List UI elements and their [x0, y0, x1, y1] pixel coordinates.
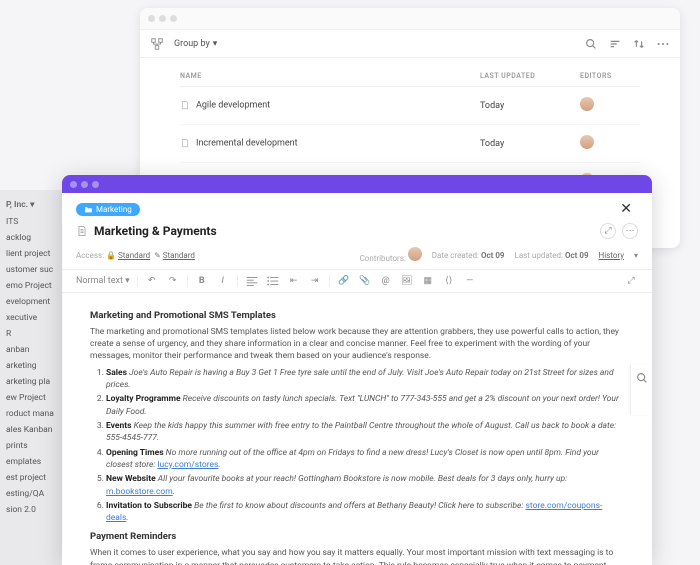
title-row: Marketing & Payments ⤢ ⋯	[62, 221, 652, 245]
updown-icon[interactable]	[632, 37, 646, 51]
row-title: Incremental development	[196, 139, 298, 149]
style-dropdown[interactable]: Normal text ▾	[76, 276, 130, 286]
document-window: Marketing ✕ Marketing & Payments ⤢ ⋯ Acc…	[62, 175, 652, 565]
hierarchy-icon[interactable]	[150, 37, 164, 51]
numbered-list: Sales Joe's Auto Repair is having a Buy …	[90, 367, 624, 525]
updated-label: Last updated:	[515, 251, 563, 260]
avatar[interactable]	[580, 135, 594, 149]
search-icon[interactable]	[584, 37, 598, 51]
window-titlebar	[140, 8, 680, 30]
paragraph: The marketing and promotional SMS templa…	[90, 326, 624, 363]
image-icon[interactable]: 🖼	[400, 274, 414, 288]
lock-icon: 🔒	[106, 251, 116, 260]
table-icon[interactable]: ▦	[421, 274, 435, 288]
meta-row: Access: 🔒 Standard ✎ Standard Contributo…	[62, 245, 652, 270]
traffic-lights	[70, 181, 99, 188]
expand-icon[interactable]: ⤢	[624, 274, 638, 288]
redo-icon[interactable]: ↷	[166, 274, 180, 288]
list-item: New Website All your favourite books at …	[106, 473, 624, 498]
more-button[interactable]: ⋯	[622, 223, 638, 239]
updated-value: Oct 09	[565, 251, 589, 260]
table-row[interactable]: Agile development Today	[180, 87, 640, 125]
more-icon[interactable]	[656, 37, 670, 51]
code-icon[interactable]: ⟨⟩	[442, 274, 456, 288]
heading: Marketing and Promotional SMS Templates	[90, 309, 624, 323]
inline-link[interactable]: m.bookstore.com	[106, 487, 173, 497]
history-link[interactable]: History	[599, 251, 624, 260]
col-updated: LAST UPDATED	[480, 72, 580, 80]
bold-icon[interactable]: B	[195, 274, 209, 288]
undo-icon[interactable]: ↶	[145, 274, 159, 288]
list-toolbar: Group by ▾	[140, 30, 680, 58]
list-item: Events Keep the kids happy this summer w…	[106, 420, 624, 445]
created-value: Oct 09	[481, 251, 505, 260]
row-title: Agile development	[196, 101, 270, 111]
sort-icon[interactable]	[608, 37, 622, 51]
avatar[interactable]	[408, 247, 422, 261]
list-item: Loyalty Programme Receive discounts on t…	[106, 393, 624, 418]
document-icon	[76, 225, 88, 237]
indent-icon[interactable]: ⇥	[308, 274, 322, 288]
contributors-label: Contributors:	[360, 254, 406, 263]
right-rail	[630, 365, 652, 415]
folder-icon	[84, 205, 93, 214]
paragraph: When it comes to user experience, what y…	[90, 547, 624, 565]
pencil-icon: ✎	[154, 251, 161, 260]
chevron-down-icon: ▾	[634, 251, 638, 260]
col-name: NAME	[180, 72, 480, 80]
document-icon	[180, 100, 190, 110]
project-tag[interactable]: Marketing	[76, 203, 140, 216]
attachment-icon[interactable]: 📎	[358, 274, 372, 288]
list-item: Opening Times No more running out of the…	[106, 447, 624, 472]
link-icon[interactable]: 🔗	[337, 274, 351, 288]
chevron-down-icon: ▾	[213, 39, 218, 49]
access-label: Access:	[76, 251, 104, 260]
created-label: Date created:	[432, 251, 479, 260]
document-icon	[180, 138, 190, 148]
expand-button[interactable]: ⤢	[600, 223, 616, 239]
inline-link[interactable]: lucy.com/stores	[157, 460, 218, 470]
access-value[interactable]: Standard	[118, 251, 150, 260]
avatar[interactable]	[580, 97, 594, 111]
table-row[interactable]: Incremental development Today	[180, 125, 640, 163]
document-title[interactable]: Marketing & Payments	[94, 224, 594, 238]
access-value2[interactable]: Standard	[163, 251, 195, 260]
editor-toolbar: Normal text ▾ ↶ ↷ B I ⇤ ⇥ 🔗 📎 @ 🖼 ▦ ⟨⟩ —…	[62, 270, 652, 293]
align-left-icon[interactable]	[245, 274, 259, 288]
italic-icon[interactable]: I	[216, 274, 230, 288]
group-by-dropdown[interactable]: Group by ▾	[174, 39, 217, 49]
row-updated: Today	[480, 139, 580, 149]
mention-icon[interactable]: @	[379, 274, 393, 288]
traffic-lights	[148, 15, 177, 22]
search-icon[interactable]	[635, 371, 649, 385]
document-body[interactable]: Marketing and Promotional SMS Templates …	[62, 293, 652, 565]
list-icon[interactable]	[266, 274, 280, 288]
chevron-down-icon: ▾	[30, 200, 34, 210]
divider-icon[interactable]: —	[463, 274, 477, 288]
col-editors: EDITORS	[580, 72, 640, 80]
list-item: Sales Joe's Auto Repair is having a Buy …	[106, 367, 624, 392]
list-item: Invitation to Subscribe Be the first to …	[106, 500, 624, 525]
row-updated: Today	[480, 101, 580, 111]
outdent-icon[interactable]: ⇤	[287, 274, 301, 288]
window-titlebar	[62, 175, 652, 193]
heading: Payment Reminders	[90, 530, 624, 544]
tag-row: Marketing ✕	[62, 193, 652, 221]
table-header: NAME LAST UPDATED EDITORS	[180, 72, 640, 87]
close-button[interactable]: ✕	[614, 199, 638, 219]
